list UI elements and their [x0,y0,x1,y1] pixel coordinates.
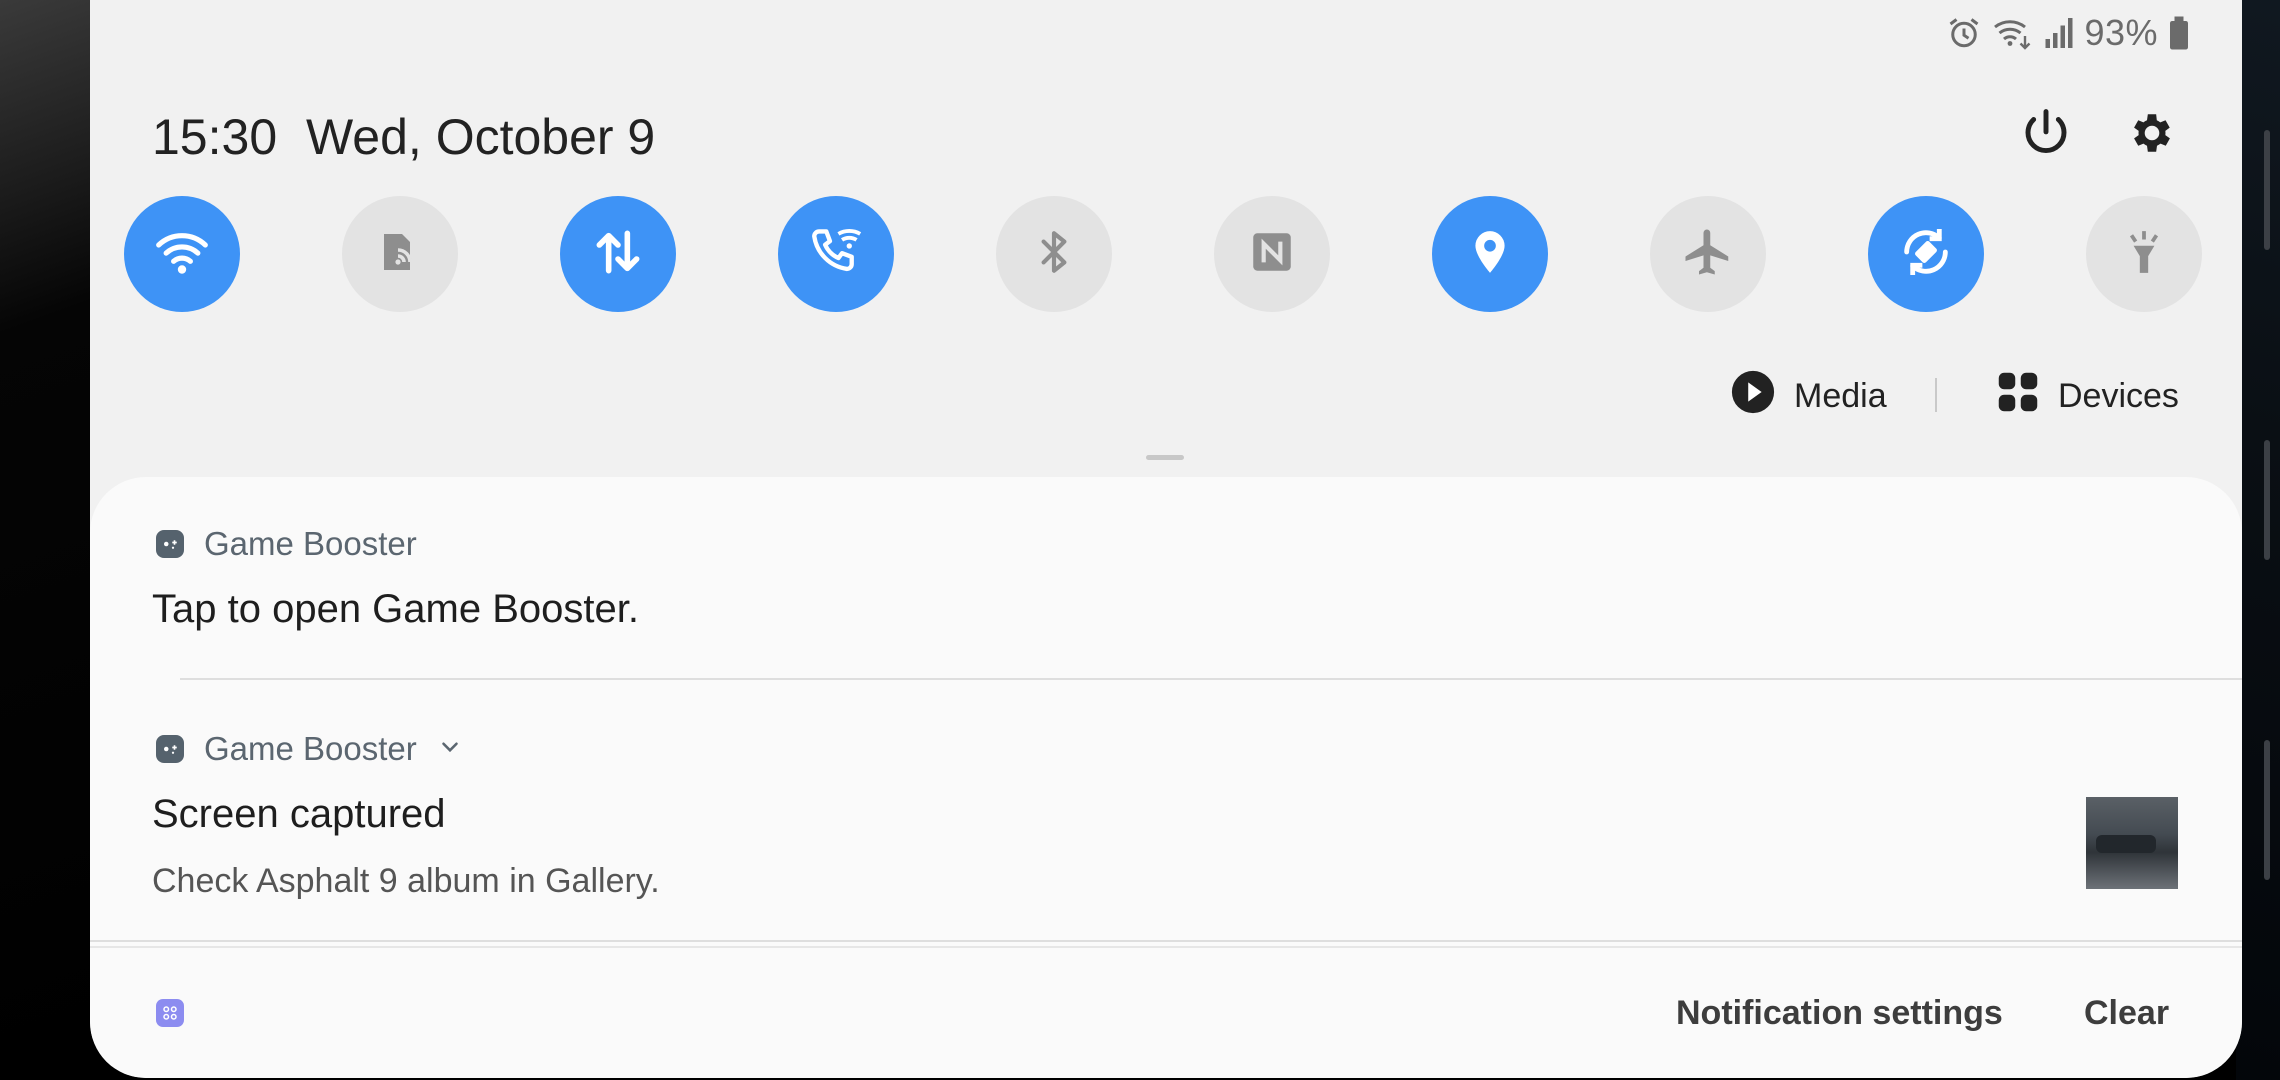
power-icon [2019,106,2073,165]
notification-app-name: Game Booster [204,730,417,767]
notification-panel [90,477,2242,1078]
alarm-icon [1946,15,1982,51]
battery-percent: 93% [2084,12,2158,53]
drag-handle[interactable] [1146,455,1184,460]
notification-shortcut-icon[interactable] [156,999,184,1027]
battery-icon [2168,15,2190,51]
devices-grid-icon [1996,370,2040,423]
location-pin-icon [1465,227,1515,282]
wifi-calling-status-icon [1992,15,2034,51]
tile-airplane-mode[interactable] [1650,196,1766,312]
background-right [2236,0,2280,1080]
auto-rotate-icon [1897,223,1955,286]
tile-flashlight[interactable] [2086,196,2202,312]
notification-text: Check Asphalt 9 album in Gallery. [152,862,660,900]
notification-settings-button[interactable]: Notification settings [1676,994,2003,1033]
notification-divider [90,946,2242,948]
tile-auto-rotate[interactable] [1868,196,1984,312]
tile-mobile-hotspot[interactable] [342,196,458,312]
gear-icon [2127,108,2177,163]
devices-label: Devices [2058,376,2179,415]
media-label: Media [1794,376,1887,415]
airplane-icon [1681,225,1735,284]
nfc-icon [1247,227,1297,282]
bluetooth-icon [1029,227,1079,282]
notification-app-header[interactable]: Game Booster [156,730,463,768]
power-button[interactable] [2016,105,2076,165]
clear-button[interactable]: Clear [2084,994,2169,1033]
media-button[interactable]: Media [1730,370,1887,422]
background-left [0,0,92,1080]
chevron-down-icon[interactable] [437,730,463,768]
devices-button[interactable]: Devices [1996,370,2179,422]
date: Wed, October 9 [306,109,656,165]
hotspot-icon [376,228,424,281]
quick-settings-tiles [124,196,2224,314]
settings-button[interactable] [2122,105,2182,165]
wifi-calling-icon [807,223,865,286]
tile-bluetooth[interactable] [996,196,1112,312]
status-bar: 93% [1946,10,2190,56]
data-arrows-icon [590,224,646,285]
notification-app-header[interactable]: Game Booster [156,525,417,563]
tile-nfc[interactable] [1214,196,1330,312]
tile-wifi-calling[interactable] [778,196,894,312]
play-icon [1730,369,1776,424]
notification-title[interactable]: Screen captured [152,792,446,837]
clock: 15:30 [152,109,278,165]
notification-title[interactable]: Tap to open Game Booster. [152,587,639,632]
notification-divider [180,678,2242,680]
notification-app-name: Game Booster [204,525,417,562]
media-devices-divider [1935,378,1937,412]
quick-panel: 93% 15:30 Wed, October 9 Media Devices G… [90,0,2242,1078]
tile-mobile-data[interactable] [560,196,676,312]
tile-wifi[interactable] [124,196,240,312]
tile-location[interactable] [1432,196,1548,312]
wifi-icon [154,224,210,285]
signal-icon [2044,15,2074,51]
game-booster-icon [156,735,184,763]
flashlight-icon [2119,227,2169,282]
notification-divider [90,940,2242,942]
game-booster-icon [156,530,184,558]
screenshot-thumbnail[interactable] [2086,797,2178,889]
